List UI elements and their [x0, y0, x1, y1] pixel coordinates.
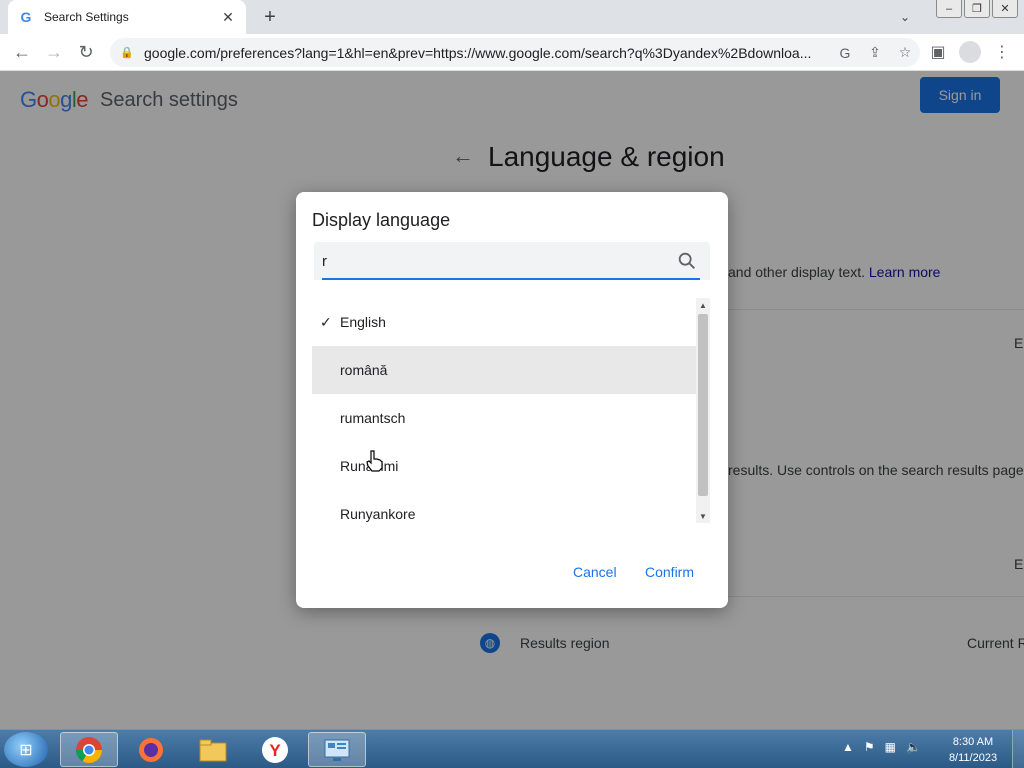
- windows-taskbar: ⊞ Y ▲ ⚑ ▦ 🔈 8:30 AM 8/11/2023: [0, 729, 1024, 768]
- list-scrollbar[interactable]: ▲ ▼: [696, 298, 710, 523]
- profile-avatar-icon[interactable]: [958, 40, 982, 64]
- system-tray: ▲ ⚑ ▦ 🔈: [842, 740, 921, 754]
- share-icon[interactable]: ⇪: [860, 44, 890, 61]
- tab-title: Search Settings: [44, 10, 129, 24]
- clock-date: 8/11/2023: [948, 752, 998, 764]
- svg-text:Y: Y: [269, 741, 281, 760]
- chrome-taskbar-icon[interactable]: [60, 732, 118, 767]
- file-explorer-taskbar-icon[interactable]: [184, 732, 242, 767]
- language-option[interactable]: Runyankore: [312, 490, 696, 523]
- scroll-up-arrow-icon[interactable]: ▲: [696, 298, 710, 312]
- reload-icon[interactable]: ↻: [74, 40, 98, 64]
- google-favicon-icon: G: [20, 9, 32, 25]
- browser-toolbar: ← → ↻ 🔒 google.com/preferences?lang=1&hl…: [0, 34, 1024, 71]
- google-lens-icon[interactable]: G: [830, 45, 860, 61]
- confirm-button[interactable]: Confirm: [645, 564, 694, 580]
- minimize-button[interactable]: –: [936, 0, 962, 18]
- language-search-input[interactable]: [322, 250, 662, 272]
- search-underline: [322, 278, 700, 280]
- search-icon[interactable]: [676, 250, 698, 272]
- restore-button[interactable]: ❐: [964, 0, 990, 18]
- lock-icon[interactable]: 🔒: [120, 46, 134, 59]
- url-text: google.com/preferences?lang=1&hl=en&prev…: [144, 44, 812, 61]
- system-clock[interactable]: 8:30 AM 8/11/2023: [944, 734, 1002, 766]
- dialog-title: Display language: [312, 210, 451, 230]
- tab-strip: G Search Settings ✕ + ⌄ – ❐ ✕: [0, 0, 1024, 34]
- show-hidden-icons-arrow-icon[interactable]: ▲: [842, 740, 854, 754]
- page-content: Google Search settings Sign in ← Languag…: [0, 71, 1024, 729]
- window-controls: – ❐ ✕: [936, 0, 1018, 18]
- display-language-dialog: Display language ✓ English română rumant…: [296, 192, 728, 608]
- language-option[interactable]: rumantsch: [312, 394, 696, 442]
- tab-search-chevron-icon[interactable]: ⌄: [894, 6, 916, 28]
- cancel-button[interactable]: Cancel: [573, 564, 617, 580]
- scroll-down-arrow-icon[interactable]: ▼: [696, 509, 710, 523]
- bookmark-star-icon[interactable]: ☆: [890, 44, 920, 61]
- volume-muted-icon[interactable]: 🔈: [906, 740, 921, 754]
- side-panel-icon[interactable]: ▣: [926, 40, 950, 64]
- language-search-box: [314, 242, 710, 280]
- start-button-windows-icon[interactable]: ⊞: [4, 732, 48, 767]
- new-tab-button[interactable]: +: [258, 5, 282, 29]
- window-close-button[interactable]: ✕: [992, 0, 1018, 18]
- action-center-flag-icon[interactable]: ⚑: [864, 740, 875, 754]
- network-icon[interactable]: ▦: [885, 740, 896, 754]
- tab-close-icon[interactable]: ✕: [220, 9, 236, 25]
- browser-tab[interactable]: G Search Settings ✕: [8, 0, 246, 34]
- clock-time: 8:30 AM: [952, 736, 994, 748]
- back-arrow-icon[interactable]: ←: [10, 40, 34, 64]
- checkmark-icon: ✓: [320, 313, 332, 330]
- scroll-thumb[interactable]: [698, 314, 708, 496]
- address-bar[interactable]: 🔒 google.com/preferences?lang=1&hl=en&pr…: [110, 38, 920, 67]
- language-option[interactable]: ✓ English: [312, 298, 696, 346]
- language-list: ✓ English română rumantsch Runasimi Runy…: [312, 298, 696, 523]
- menu-kebab-icon[interactable]: ⋮: [990, 40, 1014, 64]
- forward-arrow-icon[interactable]: →: [42, 40, 66, 64]
- firefox-taskbar-icon[interactable]: [122, 732, 180, 767]
- language-option[interactable]: română: [312, 346, 696, 394]
- control-panel-taskbar-icon[interactable]: [308, 732, 366, 767]
- yandex-taskbar-icon[interactable]: Y: [246, 732, 304, 767]
- hand-cursor-icon: [366, 450, 383, 472]
- show-desktop-button[interactable]: [1012, 730, 1024, 768]
